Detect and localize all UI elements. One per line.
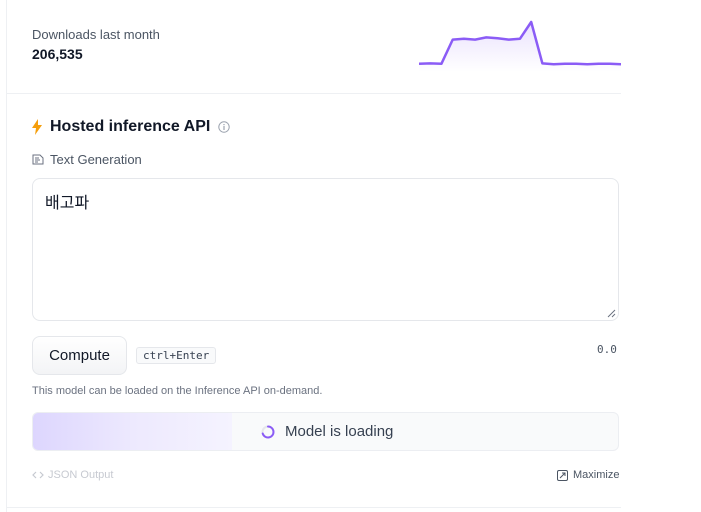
code-icon (32, 471, 44, 479)
downloads-label: Downloads last month (32, 27, 160, 42)
maximize-icon (557, 469, 568, 481)
model-loading-bar: Model is loading (32, 412, 619, 451)
info-icon[interactable] (218, 121, 231, 133)
json-output-label: JSON Output (48, 469, 114, 481)
load-note: This model can be loaded on the Inferenc… (32, 385, 323, 397)
bolt-icon (32, 119, 42, 135)
task-label: Text Generation (32, 152, 142, 167)
inference-title: Hosted inference API (50, 118, 211, 135)
shortcut-hint: ctrl+Enter (136, 347, 217, 364)
loading-status: Model is loading (261, 413, 393, 450)
compute-time: 0.0 (597, 343, 617, 356)
section-divider (7, 507, 621, 508)
loading-progress-fill (33, 413, 232, 450)
task-name: Text Generation (50, 152, 142, 167)
maximize-label: Maximize (573, 469, 620, 481)
model-sidebar: Downloads last month 206,535 Hosted infe… (6, 0, 621, 512)
spinner-icon (261, 425, 275, 438)
input-textarea[interactable]: 배고파 (32, 178, 619, 321)
loading-text: Model is loading (285, 423, 394, 440)
inference-header: Hosted inference API (31, 118, 231, 136)
maximize-button[interactable]: Maximize (557, 469, 619, 481)
input-text: 배고파 (45, 193, 90, 212)
compute-button[interactable]: Compute (32, 336, 127, 375)
resize-handle-icon[interactable] (607, 309, 616, 318)
task-tag-icon (32, 154, 44, 165)
downloads-section: Downloads last month 206,535 (7, 0, 621, 94)
json-output-toggle[interactable]: JSON Output (32, 469, 113, 481)
downloads-sparkline (419, 20, 621, 72)
downloads-count: 206,535 (32, 46, 83, 62)
